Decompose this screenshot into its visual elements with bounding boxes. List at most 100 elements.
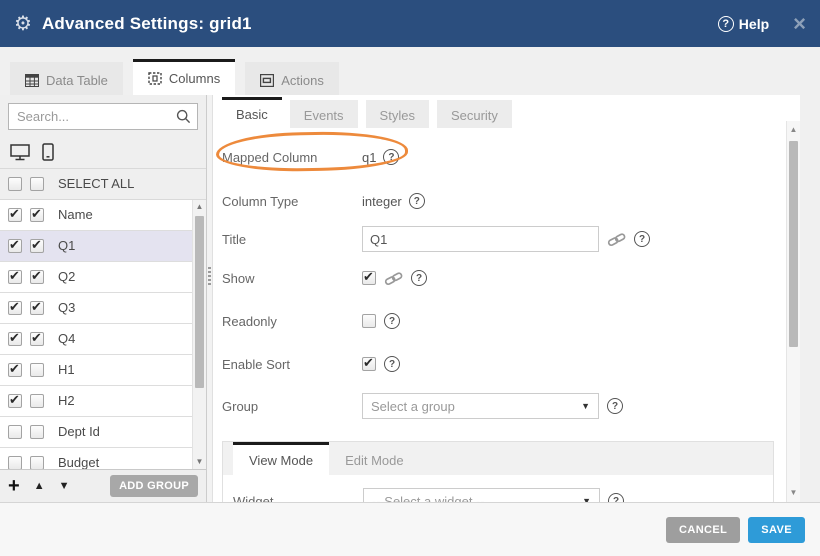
mobile-checkbox[interactable]: [30, 425, 44, 439]
desktop-checkbox[interactable]: [8, 363, 22, 377]
readonly-checkbox[interactable]: [362, 314, 376, 328]
mobile-icon[interactable]: [42, 143, 54, 161]
mobile-checkbox[interactable]: [30, 301, 44, 315]
tab-data-table[interactable]: Data Table: [10, 62, 123, 95]
move-down-button[interactable]: ▼: [59, 480, 70, 492]
device-filter-row: [0, 138, 206, 168]
desktop-checkbox[interactable]: [8, 456, 22, 469]
scroll-down-icon[interactable]: ▼: [193, 455, 206, 469]
column-label: Q3: [58, 300, 75, 315]
tab-label: Data Table: [46, 73, 108, 88]
cancel-button[interactable]: CANCEL: [666, 517, 740, 543]
dialog-titlebar: ⚙ Advanced Settings: grid1 ? Help ×: [0, 0, 820, 47]
column-type-row: Column Type integer ?: [222, 188, 786, 214]
column-settings-panel: Basic Events Styles Security Mapped Colu…: [213, 95, 786, 502]
add-column-button[interactable]: +: [8, 476, 20, 496]
list-item-h1[interactable]: H1: [0, 355, 206, 386]
mode-tab-label: View Mode: [249, 453, 313, 468]
list-item-q1[interactable]: Q1: [0, 231, 206, 262]
desktop-icon[interactable]: [10, 144, 30, 161]
list-item-name[interactable]: Name: [0, 200, 206, 231]
group-select[interactable]: Select a group ▼: [362, 393, 599, 419]
desktop-checkbox[interactable]: [8, 425, 22, 439]
select-all-desktop-checkbox[interactable]: [8, 177, 22, 191]
question-icon[interactable]: ?: [409, 193, 425, 209]
widget-select[interactable]: -- Select a widget -- ▼: [363, 488, 600, 502]
question-icon[interactable]: ?: [634, 231, 650, 247]
basic-settings-form: Mapped Column q1 ? Column Type integer ?…: [213, 128, 786, 502]
desktop-checkbox[interactable]: [8, 394, 22, 408]
list-scrollbar-thumb[interactable]: [195, 216, 204, 388]
save-button[interactable]: SAVE: [748, 517, 805, 543]
mobile-checkbox[interactable]: [30, 394, 44, 408]
link-binding-icon[interactable]: [607, 231, 626, 248]
columns-sidebar: SELECT ALL Name Q1 Q2: [0, 95, 207, 502]
group-label: Group: [222, 399, 362, 414]
main-scrollbar[interactable]: ▲ ▼: [786, 121, 800, 502]
move-up-button[interactable]: ▲: [34, 480, 45, 492]
mobile-checkbox[interactable]: [30, 239, 44, 253]
enable-sort-checkbox[interactable]: [362, 357, 376, 371]
mode-settings-box: View Mode Edit Mode Widget -- Select a w…: [222, 441, 774, 502]
list-item-h2[interactable]: H2: [0, 386, 206, 417]
question-icon[interactable]: ?: [607, 398, 623, 414]
enable-sort-label: Enable Sort: [222, 357, 362, 372]
splitter-grip-icon[interactable]: [208, 267, 211, 287]
tab-columns[interactable]: Columns: [133, 59, 235, 95]
desktop-checkbox[interactable]: [8, 270, 22, 284]
question-icon[interactable]: ?: [608, 493, 624, 502]
subtab-label: Events: [304, 108, 344, 123]
group-select-value: Select a group: [371, 399, 455, 414]
column-label: Q4: [58, 331, 75, 346]
title-input[interactable]: [362, 226, 599, 252]
subtab-security[interactable]: Security: [437, 100, 512, 128]
question-icon[interactable]: ?: [384, 356, 400, 372]
mobile-checkbox[interactable]: [30, 270, 44, 284]
show-row: Show ?: [222, 267, 786, 289]
question-icon[interactable]: ?: [384, 313, 400, 329]
desktop-checkbox[interactable]: [8, 208, 22, 222]
mobile-checkbox[interactable]: [30, 456, 44, 469]
desktop-checkbox[interactable]: [8, 332, 22, 346]
column-label: H2: [58, 393, 75, 408]
title-row: Title ?: [222, 226, 786, 252]
scroll-up-icon[interactable]: ▲: [787, 123, 800, 137]
subtab-basic[interactable]: Basic: [222, 97, 282, 128]
list-item-dept-id[interactable]: Dept Id: [0, 417, 206, 448]
gear-icon: ⚙: [14, 14, 32, 34]
close-icon[interactable]: ×: [793, 13, 806, 35]
link-binding-icon[interactable]: [384, 270, 403, 287]
tab-actions[interactable]: Actions: [245, 62, 339, 95]
dialog-content: SELECT ALL Name Q1 Q2: [0, 95, 820, 503]
scroll-up-icon[interactable]: ▲: [193, 200, 206, 214]
search-input[interactable]: [8, 103, 198, 130]
list-scrollbar[interactable]: ▲ ▼: [192, 200, 206, 469]
mobile-checkbox[interactable]: [30, 363, 44, 377]
list-item-q3[interactable]: Q3: [0, 293, 206, 324]
desktop-checkbox[interactable]: [8, 239, 22, 253]
add-group-button[interactable]: ADD GROUP: [110, 475, 198, 497]
mobile-checkbox[interactable]: [30, 332, 44, 346]
chevron-down-icon: ▼: [581, 401, 590, 411]
column-type-label: Column Type: [222, 194, 362, 209]
list-item-q4[interactable]: Q4: [0, 324, 206, 355]
help-button[interactable]: ? Help: [718, 16, 769, 32]
question-icon[interactable]: ?: [383, 149, 399, 165]
list-item-budget[interactable]: Budget: [0, 448, 206, 469]
mobile-checkbox[interactable]: [30, 208, 44, 222]
list-item-q2[interactable]: Q2: [0, 262, 206, 293]
select-all-mobile-checkbox[interactable]: [30, 177, 44, 191]
tab-view-mode[interactable]: View Mode: [233, 442, 329, 475]
group-row: Group Select a group ▼ ?: [222, 393, 786, 419]
subtab-events[interactable]: Events: [290, 100, 358, 128]
titlebar-actions: ? Help ×: [718, 13, 806, 35]
show-checkbox[interactable]: [362, 271, 376, 285]
scroll-down-icon[interactable]: ▼: [787, 486, 800, 500]
question-icon[interactable]: ?: [411, 270, 427, 286]
main-scrollbar-thumb[interactable]: [789, 141, 798, 347]
column-label: Budget: [58, 455, 99, 469]
desktop-checkbox[interactable]: [8, 301, 22, 315]
subtab-styles[interactable]: Styles: [366, 100, 429, 128]
tab-edit-mode[interactable]: Edit Mode: [329, 442, 420, 475]
select-all-row[interactable]: SELECT ALL: [0, 168, 206, 200]
